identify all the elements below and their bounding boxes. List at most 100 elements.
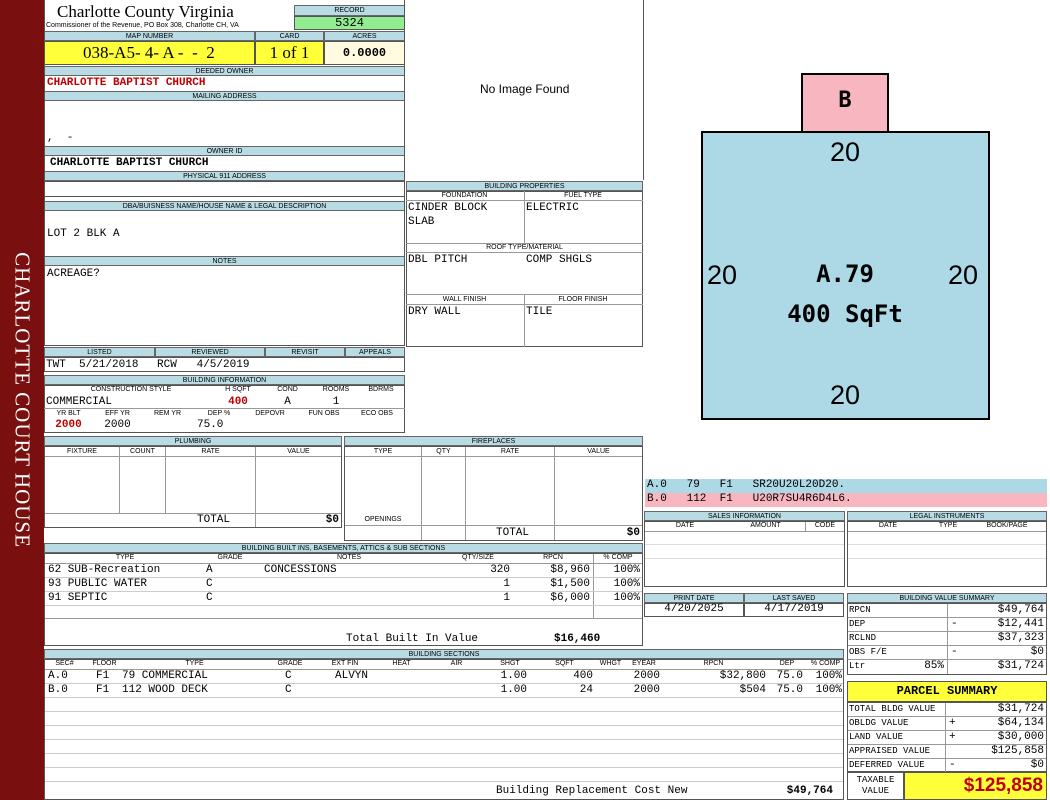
- sidebar: CHARLOTTE COURT HOUSE: [0, 0, 44, 800]
- builtin-row-1-qty: 320: [490, 564, 510, 576]
- builtins-col-grade: GRADE: [217, 554, 243, 561]
- roof-value-2: COMP SHGLS: [526, 254, 593, 266]
- dep-value: 75.0: [197, 419, 224, 431]
- last-saved: 4/17/2019: [764, 603, 824, 615]
- sketch-bottom-dim: 20: [829, 380, 861, 410]
- owner-id-label: OWNER ID: [44, 146, 405, 156]
- sketch-area: 400 SqFt: [787, 300, 903, 328]
- foundation-1: CINDER BLOCK: [408, 202, 488, 214]
- sections-col-sqft: SQFT: [555, 660, 574, 667]
- reviewed-label: REVIEWED: [155, 347, 265, 357]
- ecoobs-label: ECO OBS: [361, 410, 393, 417]
- sales-col-code: CODE: [814, 522, 836, 529]
- county-header: Charlotte County Virginia Commissioner o…: [46, 3, 296, 31]
- funobs-label: FUN OBS: [308, 410, 340, 417]
- sections-col-whgt: WHGT: [599, 660, 622, 667]
- photo-area: No Image Found: [405, 0, 644, 180]
- builtin-row-2-qty: 1: [503, 578, 510, 590]
- sidebar-title: CHARLOTTE COURT HOUSE: [10, 252, 35, 548]
- builtins-col-comp: % COMP: [603, 554, 633, 561]
- section-a-dep: 75.0: [776, 670, 803, 682]
- taxable-label-1: TAXABLE: [856, 775, 895, 785]
- sections-label: BUILDING SECTIONS: [44, 649, 844, 659]
- builtin-row-3-rpcn: $6,000: [550, 592, 590, 604]
- bvs-dep-label: DEP: [849, 619, 866, 629]
- sections-total: $49,764: [786, 785, 833, 797]
- dep-label: DEP %: [207, 410, 231, 417]
- plumbing-col-value: VALUE: [287, 448, 310, 455]
- fireplaces-col-type: TYPE: [373, 448, 393, 455]
- fuel-value: ELECTRIC: [526, 202, 579, 214]
- bvs-ltr: $31,724: [997, 660, 1044, 672]
- no-image-text: No Image Found: [480, 82, 570, 96]
- effyr-value: 2000: [104, 419, 131, 431]
- plumbing-table: FIXTURE COUNT RATE VALUE TOTAL $0: [44, 446, 342, 528]
- map-number: 038-A5- 4- A - - 2: [44, 41, 255, 65]
- bvs-ltr-pct: 85%: [924, 660, 944, 672]
- physical-address: [44, 181, 405, 197]
- section-a-type: 79 COMMERCIAL: [122, 670, 208, 682]
- appeals-label: APPEALS: [345, 347, 405, 357]
- print-date: 4/20/2025: [664, 603, 724, 615]
- fireplaces-col-value: VALUE: [587, 448, 610, 455]
- builtin-row-1-grade: A: [206, 564, 213, 576]
- sections-col-sec: SEC#: [55, 660, 74, 667]
- appraised-label: APPRAISED VALUE: [849, 746, 931, 756]
- plumbing-total-label: TOTAL: [197, 514, 231, 526]
- remyr-label: REM YR: [153, 410, 182, 417]
- sketch-line-b: B.0 112 F1 U20R7SU4R6D4L6.: [645, 493, 1047, 507]
- plumbing-col-rate: RATE: [201, 448, 220, 455]
- taxable-label-box: TAXABLE VALUE: [847, 772, 904, 800]
- card-label: CARD: [255, 31, 324, 41]
- building-info-label: BUILDING INFORMATION: [44, 375, 405, 385]
- acres-value: 0.0000: [324, 41, 405, 65]
- section-b-type: 112 WOOD DECK: [122, 684, 208, 696]
- sketch-left-dim: 20: [707, 260, 738, 290]
- section-b-eyear: 2000: [633, 684, 660, 696]
- builtin-row-2-rpcn: $1,500: [550, 578, 590, 590]
- notes-label: NOTES: [44, 256, 405, 266]
- taxable-label-2: VALUE: [861, 786, 889, 796]
- plumbing-total: $0: [325, 514, 339, 526]
- sales-label: SALES INFORMATION: [644, 511, 845, 521]
- floor-finish-label: FLOOR FINISH: [558, 296, 608, 303]
- builtins-col-type: TYPE: [115, 554, 135, 561]
- notes-value: ACREAGE?: [47, 268, 100, 280]
- sketch-line-a: A.0 79 F1 SR20U20L20D20.: [645, 479, 1047, 493]
- parcel-summary-table: TOTAL BLDG VALUE $31,724 OBLDG VALUE + $…: [847, 702, 1047, 773]
- effyr-label: EFF YR: [105, 410, 130, 417]
- section-a-shgt: 1.00: [500, 670, 527, 682]
- obldg-label: OBLDG VALUE: [849, 718, 909, 728]
- deeded-owner: CHARLOTTE BAPTIST CHURCH: [47, 77, 206, 89]
- plumbing-col-fixture: FIXTURE: [67, 448, 97, 455]
- yrblt-value: 2000: [55, 419, 82, 431]
- mailing-address-label: MAILING ADDRESS: [44, 91, 405, 101]
- bvs-dep: $12,441: [997, 618, 1044, 630]
- sales-col-amount: AMOUNT: [750, 522, 781, 529]
- sections-col-heat: HEAT: [392, 660, 411, 667]
- sections-col-rpcn: RPCN: [703, 660, 724, 667]
- section-b-comp: 100%: [815, 684, 842, 696]
- bdrms-label: BDRMS: [368, 386, 394, 393]
- builtin-row-3-grade: C: [206, 592, 213, 604]
- openings-label: OPENINGS: [364, 516, 402, 523]
- fireplaces-table: TYPE QTY RATE VALUE OPENINGS TOTAL $0: [344, 446, 643, 541]
- builtin-row-1-type: 62 SUB-Recreation: [48, 564, 161, 576]
- section-b-grade: C: [285, 684, 292, 696]
- bvs-rclnd-label: RCLND: [849, 633, 877, 643]
- builtins-table: TYPE GRADE NOTES QTY/SIZE RPCN % COMP 62…: [44, 553, 643, 646]
- sections-col-grade: GRADE: [277, 660, 303, 667]
- deferred-label: DEFERRED VALUE: [849, 760, 925, 770]
- section-a-extfin: ALVYN: [335, 670, 369, 682]
- sales-col-date: DATE: [675, 522, 695, 529]
- listed-value: TWT 5/21/2018: [46, 359, 139, 371]
- builtin-row-3-type: 91 SEPTIC: [48, 592, 108, 604]
- floor-finish: TILE: [526, 306, 553, 318]
- revisit-label: REVISIT: [265, 347, 345, 357]
- fireplaces-col-rate: RATE: [500, 448, 520, 455]
- bvs-obs-label: OBS F/E: [849, 647, 887, 657]
- total-bldg-label: TOTAL BLDG VALUE: [849, 704, 936, 714]
- deferred-value: $0: [1030, 759, 1044, 771]
- section-a-eyear: 2000: [633, 670, 660, 682]
- builtin-row-1-rpcn: $8,960: [550, 564, 590, 576]
